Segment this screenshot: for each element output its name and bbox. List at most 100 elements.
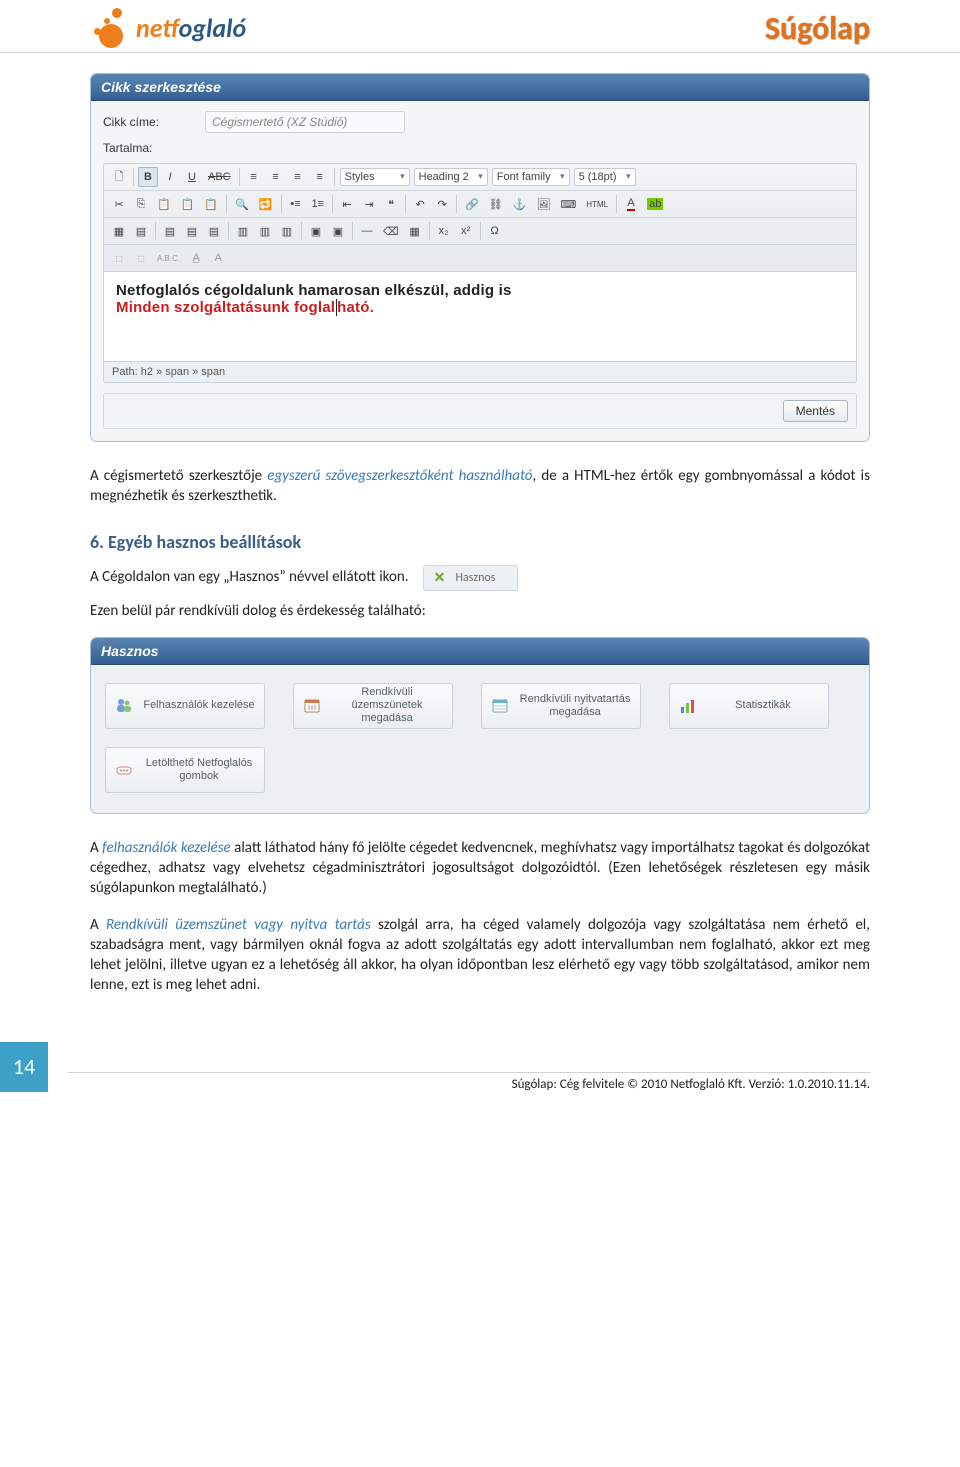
html-icon[interactable]: HTML	[582, 194, 612, 214]
paste-icon[interactable]: 📋	[153, 194, 175, 214]
layer-icon[interactable]: ⬚	[131, 248, 151, 268]
hasznos-tab-button[interactable]: ✕ Hasznos	[423, 565, 519, 591]
split-icon[interactable]: ▣	[328, 221, 348, 241]
close-icon[interactable]: ✕	[432, 570, 448, 586]
image-icon[interactable]: 🖼	[532, 194, 554, 214]
logo-text: netfoglaló	[136, 12, 246, 44]
fontsize-select[interactable]: 5 (18pt)	[574, 168, 636, 186]
page-title: Súgólap	[765, 9, 870, 48]
table-icon[interactable]: ▦	[109, 221, 129, 241]
format-select[interactable]: Heading 2	[414, 168, 488, 186]
title-input[interactable]: Cégismertető (XZ Stúdió)	[205, 111, 405, 133]
paragraph-intro: A cégismertető szerkesztője egyszerű szö…	[90, 466, 870, 507]
table-row-icon[interactable]: ▤	[131, 221, 151, 241]
find-icon[interactable]: 🔍	[231, 194, 253, 214]
backcolor-icon[interactable]: ab	[643, 194, 667, 214]
hasznos-tab-label: Hasznos	[456, 571, 496, 585]
editor-canvas[interactable]: Netfoglalós cégoldalunk hamarosan elkész…	[103, 272, 857, 362]
link-icon[interactable]: 🔗	[461, 194, 483, 214]
hasznos-item-buttons[interactable]: Letölthető Netfoglalós gombok	[105, 747, 265, 793]
ordered-list-icon[interactable]: 1≡	[308, 194, 329, 214]
logo-mark-icon	[90, 8, 130, 48]
underline-button[interactable]: U	[182, 167, 202, 187]
code-icon[interactable]: ⌨	[556, 194, 580, 214]
barchart-icon	[678, 696, 698, 716]
hasznos-item-users[interactable]: Felhasználók kezelése	[105, 683, 265, 729]
hasznos-item-openhours[interactable]: Rendkívüli nyitvatartás megadása	[481, 683, 641, 729]
paste-word-icon[interactable]: 📋	[200, 194, 222, 214]
download-button-icon	[114, 760, 134, 780]
row-after-icon[interactable]: ▤	[182, 221, 202, 241]
unlink-icon[interactable]: ⛓	[485, 194, 507, 214]
editor-toolbar: 🗋 B I U ABC ≡ ≡ ≡ ≡ Styles Heading 2 Fon…	[103, 163, 857, 272]
hasznos-item-label: Letölthető Netfoglalós gombok	[142, 757, 256, 783]
forecolor-icon[interactable]: A	[621, 194, 641, 214]
calendar-icon	[302, 696, 322, 716]
footer-text: Súgólap: Cég felvitele © 2010 Netfoglaló…	[68, 1072, 870, 1092]
hasznos-item-stats[interactable]: Statisztikák	[669, 683, 829, 729]
acronym-icon[interactable]: A̲	[186, 248, 206, 268]
hasznos-panel-title: Hasznos	[91, 638, 869, 665]
merge-icon[interactable]: ▣	[306, 221, 326, 241]
del-icon[interactable]: A	[208, 248, 228, 268]
logo: netfoglaló	[90, 8, 246, 48]
row-delete-icon[interactable]: ▤	[204, 221, 224, 241]
sup-icon[interactable]: x²	[456, 221, 476, 241]
users-icon	[114, 696, 134, 716]
col-before-icon[interactable]: ▥	[233, 221, 253, 241]
paste-text-icon[interactable]: 📋	[177, 194, 199, 214]
editor-line-1: Netfoglalós cégoldalunk hamarosan elkész…	[116, 282, 844, 299]
hasznos-item-label: Rendkívüli nyitvatartás megadása	[518, 693, 632, 719]
styles-select[interactable]: Styles	[340, 168, 410, 186]
col-after-icon[interactable]: ▥	[255, 221, 275, 241]
editor-panel-title: Cikk szerkesztése	[91, 74, 869, 101]
align-left-icon[interactable]: ≡	[244, 167, 264, 187]
hasznos-item-label: Felhasználók kezelése	[142, 699, 256, 712]
align-justify-icon[interactable]: ≡	[310, 167, 330, 187]
outdent-icon[interactable]: ⇤	[337, 194, 357, 214]
hr-icon[interactable]: —	[357, 221, 377, 241]
sub-icon[interactable]: x₂	[434, 221, 454, 241]
save-row: Mentés	[103, 393, 857, 429]
new-doc-icon[interactable]: 🗋	[109, 167, 129, 187]
bold-button[interactable]: B	[138, 167, 158, 187]
undo-icon[interactable]: ↶	[410, 194, 430, 214]
editor-line-2: Minden szolgáltatásunk foglalható.	[116, 299, 844, 316]
page-number: 14	[0, 1042, 48, 1092]
hasznos-item-label: Rendkívüli üzemszünetek megadása	[330, 686, 444, 726]
italic-button[interactable]: I	[160, 167, 180, 187]
replace-icon[interactable]: 🔁	[255, 194, 277, 214]
save-button[interactable]: Mentés	[783, 400, 848, 422]
strike-button[interactable]: ABC	[204, 167, 235, 187]
charmap-icon[interactable]: Ω	[485, 221, 505, 241]
copy-icon[interactable]: ⎘	[131, 194, 151, 214]
calendar-open-icon	[490, 696, 510, 716]
spellcheck-icon[interactable]: ⬚	[109, 248, 129, 268]
hasznos-item-downtime[interactable]: Rendkívüli üzemszünetek megadása	[293, 683, 453, 729]
paragraph-below-tab: Ezen belül pár rendkívüli dolog és érdek…	[90, 601, 870, 621]
fontfamily-select[interactable]: Font family	[492, 168, 570, 186]
align-center-icon[interactable]: ≡	[266, 167, 286, 187]
redo-icon[interactable]: ↷	[432, 194, 452, 214]
paragraph-users: A felhasználók kezelése alatt láthatod h…	[90, 838, 870, 899]
hasznos-item-label: Statisztikák	[706, 699, 820, 712]
content-label: Tartalma:	[103, 141, 193, 155]
anchor-icon[interactable]: ⚓	[509, 194, 531, 214]
editor-panel: Cikk szerkesztése Cikk címe: Cégismertet…	[90, 73, 870, 442]
quote-icon[interactable]: ❝	[381, 194, 401, 214]
row-before-icon[interactable]: ▤	[160, 221, 180, 241]
editor-path: Path: h2 » span » span	[103, 362, 857, 383]
hasznos-panel: Hasznos Felhasználók kezelése Rendkívüli…	[90, 637, 870, 814]
title-label: Cikk címe:	[103, 115, 193, 129]
paragraph-downtime: A Rendkívüli üzemszünet vagy nyitva tart…	[90, 915, 870, 996]
cut-icon[interactable]: ✂	[109, 194, 129, 214]
align-right-icon[interactable]: ≡	[288, 167, 308, 187]
visualaid-icon[interactable]: ▦	[405, 221, 425, 241]
paragraph-hasznos-icon: A Cégoldalon van egy „Hasznos” névvel el…	[90, 567, 409, 587]
indent-icon[interactable]: ⇥	[359, 194, 379, 214]
abbr-icon[interactable]: A.B.C.	[153, 248, 184, 268]
bullet-list-icon[interactable]: •≡	[286, 194, 306, 214]
remove-format-icon[interactable]: ⌫	[379, 221, 403, 241]
page-header: netfoglaló Súgólap	[0, 0, 960, 53]
col-delete-icon[interactable]: ▥	[277, 221, 297, 241]
